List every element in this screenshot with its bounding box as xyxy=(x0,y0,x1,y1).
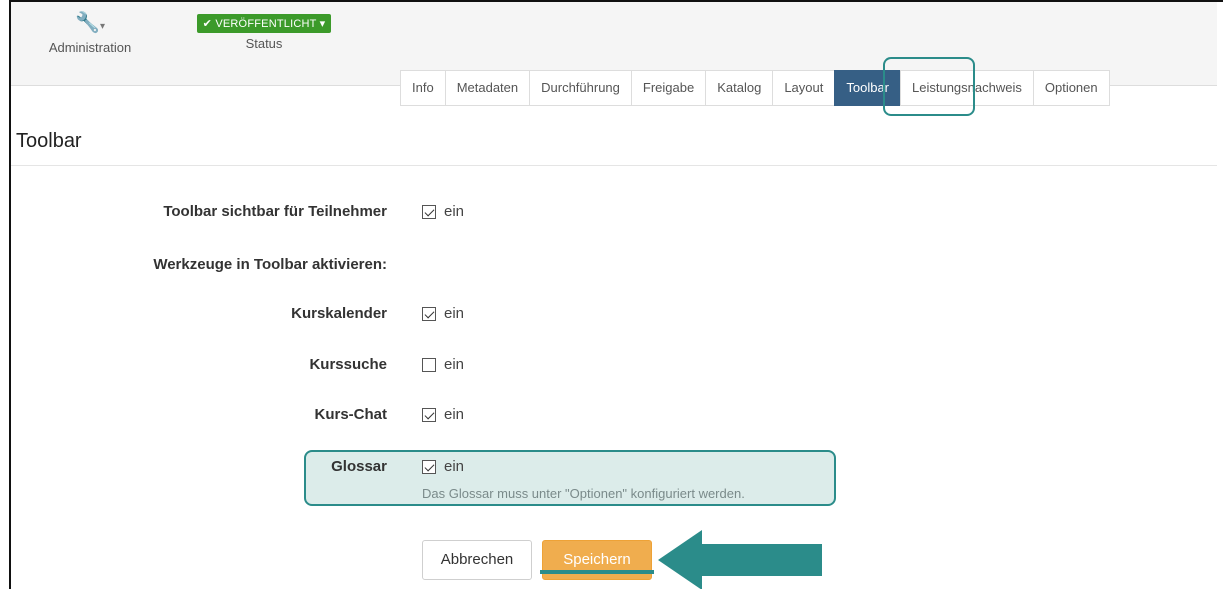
caret-down-icon: ▾ xyxy=(319,18,326,30)
checkbox-unchecked-icon xyxy=(422,357,436,372)
kurskalender-label: Kurskalender xyxy=(291,305,387,322)
page-title: Toolbar xyxy=(16,130,82,152)
wrench-icon: 🔧▾ xyxy=(75,12,105,34)
tools-heading: Werkzeuge in Toolbar aktivieren: xyxy=(153,256,387,273)
glossar-label: Glossar xyxy=(331,458,387,475)
kurssuche-label: Kurssuche xyxy=(309,356,387,373)
toolbar-visible-checkbox[interactable]: ein xyxy=(422,203,464,220)
tab-metadaten[interactable]: Metadaten xyxy=(444,70,530,106)
divider xyxy=(11,165,1217,166)
checkbox-checked-icon xyxy=(422,459,436,474)
arrow-left-icon xyxy=(658,530,822,589)
administration-menu[interactable]: 🔧▾ Administration xyxy=(35,12,145,55)
checkbox-checked-icon xyxy=(422,204,436,219)
tab-optionen[interactable]: Optionen xyxy=(1032,70,1110,106)
kurskalender-checkbox[interactable]: ein xyxy=(422,305,464,322)
tab-freigabe[interactable]: Freigabe xyxy=(630,70,706,106)
tab-layout[interactable]: Layout xyxy=(772,70,835,106)
settings-tabs: Info Metadaten Durchführung Freigabe Kat… xyxy=(400,70,1110,106)
glossar-checkbox[interactable]: ein xyxy=(422,458,464,475)
administration-label: Administration xyxy=(48,40,132,55)
tab-toolbar[interactable]: Toolbar xyxy=(834,70,900,106)
kurssuche-checkbox[interactable]: ein xyxy=(422,356,464,373)
kurschat-checkbox[interactable]: ein xyxy=(422,406,464,423)
tab-leistungsnachweis[interactable]: Leistungsnachweis xyxy=(900,70,1033,106)
status-label: Status xyxy=(245,36,283,51)
checkbox-checked-icon xyxy=(422,407,436,422)
status-menu[interactable]: ✔ VERÖFFENTLICHT ▾ Status xyxy=(182,14,346,51)
toolbar-visible-label: Toolbar sichtbar für Teilnehmer xyxy=(163,203,387,220)
checkbox-checked-icon xyxy=(422,306,436,321)
check-icon: ✔ xyxy=(202,18,213,30)
save-underline xyxy=(540,570,654,574)
tab-info[interactable]: Info xyxy=(400,70,445,106)
cancel-button[interactable]: Abbrechen xyxy=(422,540,532,580)
status-badge[interactable]: ✔ VERÖFFENTLICHT ▾ xyxy=(196,14,332,33)
tab-durchfuehrung[interactable]: Durchführung xyxy=(529,70,631,106)
save-button[interactable]: Speichern xyxy=(542,540,652,580)
glossar-hint: Das Glossar muss unter "Optionen" konfig… xyxy=(422,486,745,501)
tab-katalog[interactable]: Katalog xyxy=(705,70,773,106)
kurschat-label: Kurs-Chat xyxy=(314,406,387,423)
